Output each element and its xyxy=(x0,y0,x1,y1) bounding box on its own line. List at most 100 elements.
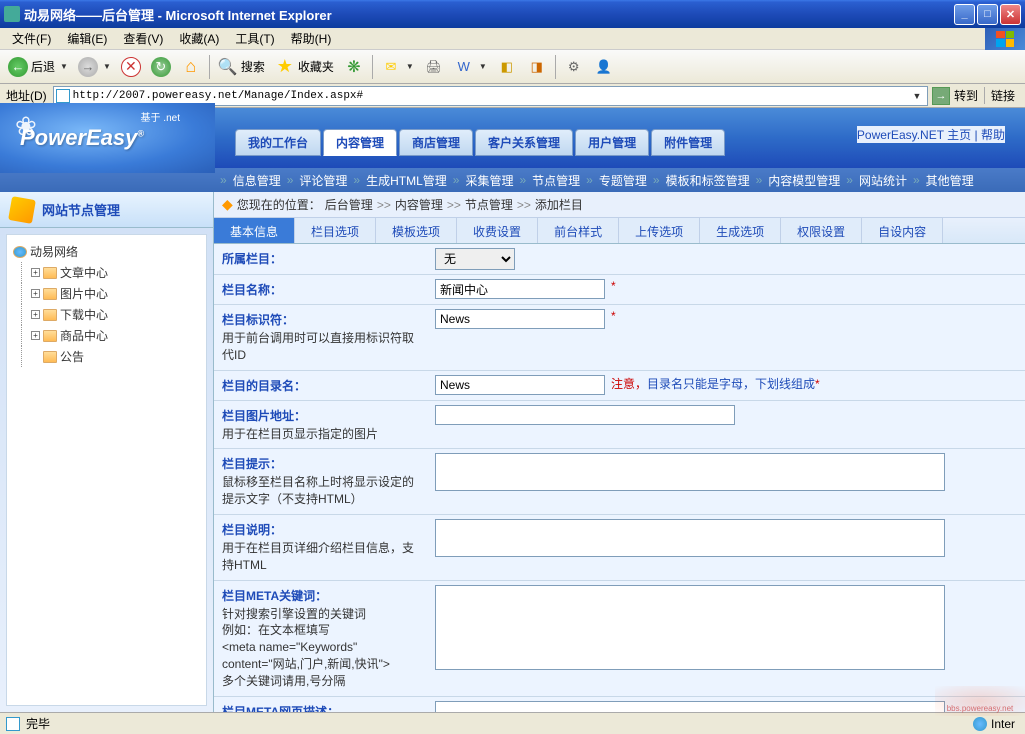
subtab-template[interactable]: 模板和标签管理 xyxy=(660,172,756,189)
go-button[interactable]: → xyxy=(932,87,950,105)
subtab-model[interactable]: 内容模型管理 xyxy=(762,172,846,189)
home-button[interactable]: ⌂ xyxy=(177,54,205,80)
go-label: 转到 xyxy=(954,87,978,104)
required-mark: * xyxy=(611,309,616,323)
label-meta-desc: 栏目META网页描述：针对搜索引擎设置的网页描述 例如：在文本框填写 <meta… xyxy=(214,697,429,712)
formtab-upload[interactable]: 上传选项 xyxy=(619,218,700,243)
extra-button-1[interactable]: ⚙ xyxy=(560,54,588,80)
forward-button[interactable]: → ▼ xyxy=(74,54,115,80)
expand-icon[interactable]: + xyxy=(31,268,40,277)
formtab-permission[interactable]: 权限设置 xyxy=(781,218,862,243)
textarea-tooltip[interactable] xyxy=(435,453,945,491)
textarea-description[interactable] xyxy=(435,519,945,557)
form-tabs: 基本信息 栏目选项 模板选项 收费设置 前台样式 上传选项 生成选项 权限设置 … xyxy=(214,218,1025,244)
discuss-button[interactable]: ◧ xyxy=(493,54,521,80)
input-image-url[interactable] xyxy=(435,405,735,425)
favorites-button[interactable]: ★ 收藏夹 xyxy=(271,54,338,80)
tab-workbench[interactable]: 我的工作台 xyxy=(235,129,321,156)
tab-attachment-manage[interactable]: 附件管理 xyxy=(651,129,725,156)
breadcrumb-item[interactable]: 内容管理 xyxy=(395,196,443,213)
word-icon: W xyxy=(454,57,474,77)
tab-crm[interactable]: 客户关系管理 xyxy=(475,129,573,156)
subtab-topic[interactable]: 专题管理 xyxy=(593,172,653,189)
menu-help[interactable]: 帮助(H) xyxy=(283,28,340,49)
folder-icon xyxy=(43,288,57,300)
tree: 动易网络 +文章中心 +图片中心 +下载中心 +商品中心 公告 xyxy=(6,234,207,706)
tree-root[interactable]: 动易网络 xyxy=(13,241,200,262)
link-help[interactable]: 帮助 xyxy=(981,128,1005,142)
tree-item[interactable]: +文章中心 xyxy=(13,262,200,283)
breadcrumb-item[interactable]: 后台管理 xyxy=(325,196,373,213)
print-button[interactable]: 🖨 xyxy=(420,54,448,80)
tab-content-manage[interactable]: 内容管理 xyxy=(323,129,397,156)
stop-button[interactable]: ✕ xyxy=(117,54,145,80)
subtab-info[interactable]: 信息管理 xyxy=(227,172,287,189)
expand-icon[interactable]: + xyxy=(31,331,40,340)
expand-icon[interactable]: + xyxy=(31,289,40,298)
subtab-node[interactable]: 节点管理 xyxy=(526,172,586,189)
address-dropdown[interactable]: ▼ xyxy=(909,91,925,101)
extra-button-2[interactable]: 👤 xyxy=(590,54,618,80)
tab-user-manage[interactable]: 用户管理 xyxy=(575,129,649,156)
tab-shop-manage[interactable]: 商店管理 xyxy=(399,129,473,156)
tree-item[interactable]: 公告 xyxy=(13,346,200,367)
chevron-down-icon: ▼ xyxy=(60,62,68,71)
page-icon xyxy=(56,89,70,103)
address-input[interactable] xyxy=(73,90,909,102)
subtab-other[interactable]: 其他管理 xyxy=(920,172,980,189)
menu-view[interactable]: 查看(V) xyxy=(115,28,171,49)
formtab-custom[interactable]: 自设内容 xyxy=(862,218,943,243)
subtab-collect[interactable]: 采集管理 xyxy=(459,172,519,189)
location-icon: ◆ xyxy=(222,196,233,213)
input-dir-name[interactable] xyxy=(435,375,605,395)
menu-edit[interactable]: 编辑(E) xyxy=(59,28,115,49)
folder-icon xyxy=(43,309,57,321)
form-body: 所属栏目： 无 栏目名称： * 栏目标识符：用于前台调用时可以直接用标识符取代I… xyxy=(214,244,1025,712)
main-tabs: 我的工作台 内容管理 商店管理 客户关系管理 用户管理 附件管理 xyxy=(235,129,725,155)
label-parent-column: 所属栏目： xyxy=(214,244,429,274)
input-column-name[interactable] xyxy=(435,279,605,299)
subtab-stats[interactable]: 网站统计 xyxy=(853,172,913,189)
textarea-meta-keywords[interactable] xyxy=(435,585,945,670)
search-button[interactable]: 🔍 搜索 xyxy=(214,54,269,80)
tree-item[interactable]: +图片中心 xyxy=(13,283,200,304)
link-home[interactable]: PowerEasy.NET 主页 xyxy=(857,128,971,142)
messenger-icon: 👤 xyxy=(594,57,614,77)
formtab-template-opts[interactable]: 模板选项 xyxy=(376,218,457,243)
tree-item[interactable]: +下载中心 xyxy=(13,304,200,325)
refresh-button[interactable]: ↻ xyxy=(147,54,175,80)
tree-item[interactable]: +商品中心 xyxy=(13,325,200,346)
formtab-basic[interactable]: 基本信息 xyxy=(214,218,295,243)
back-button[interactable]: ← 后退 ▼ xyxy=(4,54,72,80)
favorites-label: 收藏夹 xyxy=(298,58,334,75)
research-button[interactable]: ◨ xyxy=(523,54,551,80)
breadcrumb-item[interactable]: 节点管理 xyxy=(465,196,513,213)
menu-file[interactable]: 文件(F) xyxy=(4,28,59,49)
history-button[interactable]: ❋ xyxy=(340,54,368,80)
breadcrumb: ◆ 您现在的位置： 后台管理>> 内容管理>> 节点管理>> 添加栏目 xyxy=(214,192,1025,218)
subtab-html[interactable]: 生成HTML管理 xyxy=(360,172,453,189)
menu-tools[interactable]: 工具(T) xyxy=(227,28,282,49)
select-parent-column[interactable]: 无 xyxy=(435,248,515,270)
subtab-comment[interactable]: 评论管理 xyxy=(293,172,353,189)
textarea-meta-desc[interactable] xyxy=(435,701,945,712)
label-meta-keywords: 栏目META关键词：针对搜索引擎设置的关键词 例如：在文本框填写 <meta n… xyxy=(214,581,429,696)
menu-favorites[interactable]: 收藏(A) xyxy=(171,28,227,49)
maximize-button[interactable]: □ xyxy=(977,4,998,25)
formtab-column-opts[interactable]: 栏目选项 xyxy=(295,218,376,243)
close-button[interactable]: ✕ xyxy=(1000,4,1021,25)
formtab-charge[interactable]: 收费设置 xyxy=(457,218,538,243)
formtab-front-style[interactable]: 前台样式 xyxy=(538,218,619,243)
edit-button[interactable]: W▼ xyxy=(450,54,491,80)
menubar: 文件(F) 编辑(E) 查看(V) 收藏(A) 工具(T) 帮助(H) xyxy=(0,28,1025,50)
label-tooltip: 栏目提示：鼠标移至栏目名称上时将显示设定的提示文字（不支持HTML） xyxy=(214,449,429,514)
input-identifier[interactable] xyxy=(435,309,605,329)
breadcrumb-prefix: 您现在的位置： xyxy=(237,196,321,213)
mail-button[interactable]: ✉▼ xyxy=(377,54,418,80)
expand-icon[interactable]: + xyxy=(31,310,40,319)
minimize-button[interactable]: _ xyxy=(954,4,975,25)
logo-leaf-icon xyxy=(15,111,45,136)
formtab-generate[interactable]: 生成选项 xyxy=(700,218,781,243)
label-column-name: 栏目名称： xyxy=(214,275,429,304)
links-label[interactable]: 链接 xyxy=(984,87,1021,104)
